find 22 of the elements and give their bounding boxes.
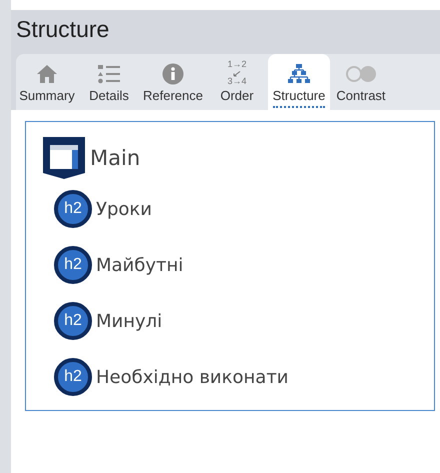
heading-level-icon: h2 <box>54 302 92 340</box>
landmark-icon <box>42 136 86 180</box>
panel-title: Structure <box>16 16 110 44</box>
heading-label[interactable]: Минулі <box>96 308 162 335</box>
heading-level-icon: h2 <box>54 358 92 396</box>
tab[interactable]: Reference <box>140 54 206 110</box>
landmark-label[interactable]: Main <box>90 142 140 174</box>
contrast-icon <box>344 64 377 83</box>
tab[interactable]: Summary <box>16 54 78 110</box>
heading-label[interactable]: Уроки <box>96 196 152 223</box>
heading-level-icon: h2 <box>54 246 92 284</box>
heading-label[interactable]: Необхідно виконати <box>96 364 288 391</box>
hierarchy-icon <box>288 64 310 84</box>
list-icon <box>97 64 121 84</box>
info-icon <box>162 62 184 85</box>
tab[interactable]: 1→2 3→4 Order <box>206 54 268 110</box>
heading-level-icon: h2 <box>54 190 92 228</box>
tab[interactable]: Structure <box>268 54 330 110</box>
tab[interactable]: Contrast <box>330 54 392 110</box>
heading-label[interactable]: Майбутні <box>96 252 184 279</box>
tab[interactable]: Details <box>78 54 140 110</box>
home-icon <box>36 64 58 84</box>
